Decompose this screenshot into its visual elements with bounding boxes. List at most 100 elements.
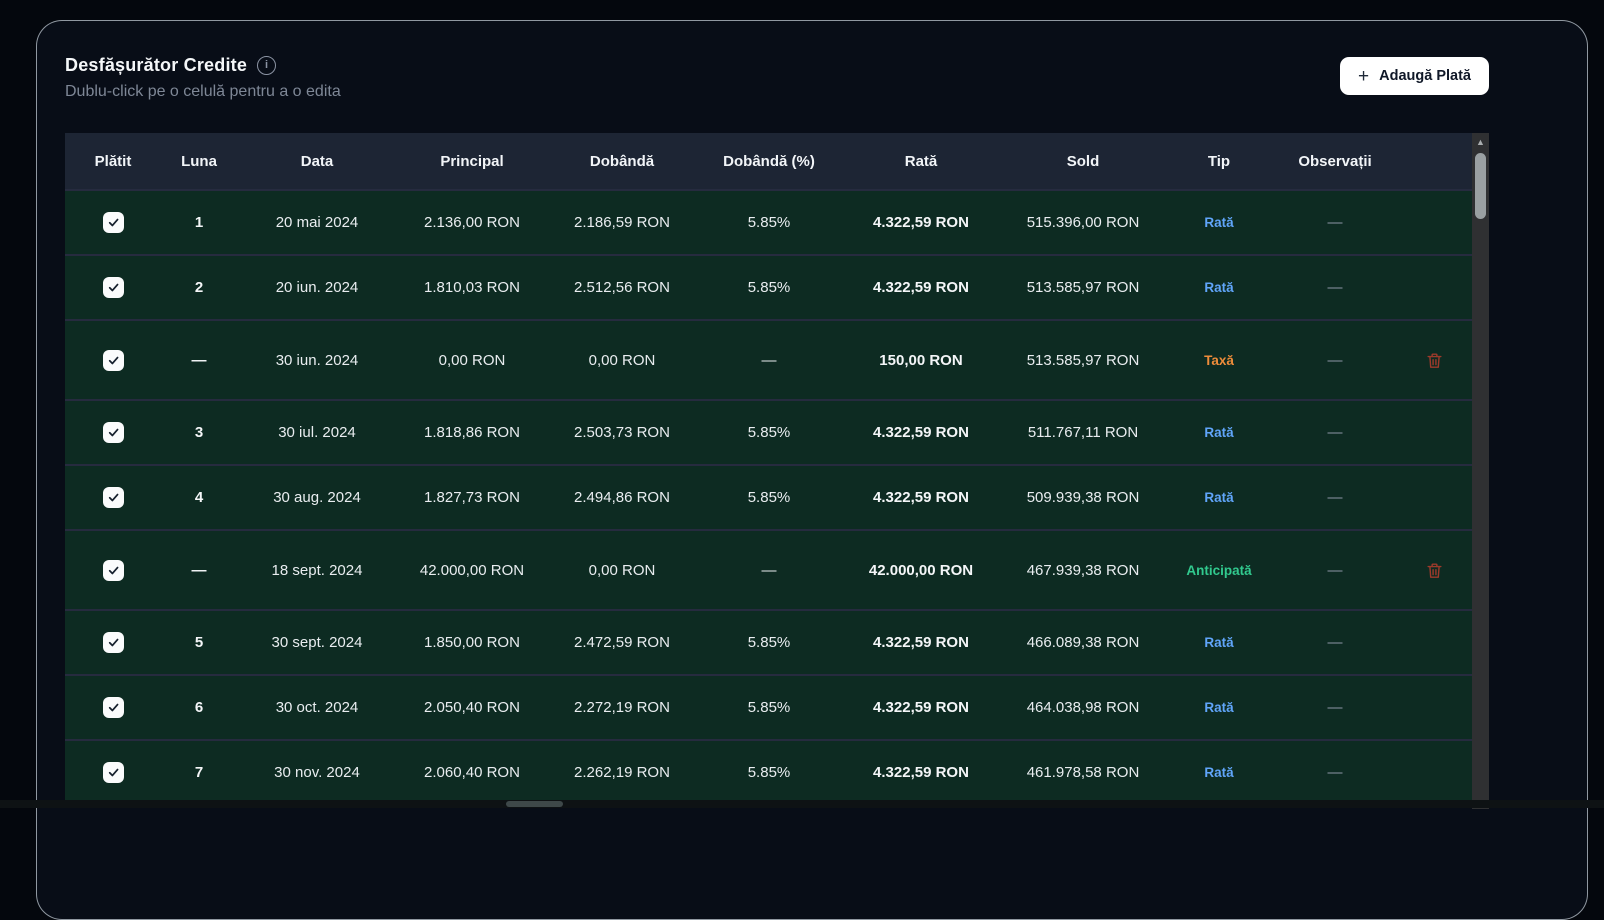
month-cell[interactable]: 2 — [161, 256, 237, 319]
type-cell[interactable]: Rată — [1165, 676, 1273, 739]
balance-cell[interactable]: 467.939,38 RON — [1001, 531, 1165, 609]
delete-row-button[interactable] — [1423, 559, 1446, 582]
vertical-scrollbar-thumb[interactable] — [1475, 153, 1486, 219]
observations-cell[interactable]: — — [1273, 466, 1397, 529]
observations-cell[interactable]: — — [1273, 676, 1397, 739]
info-icon[interactable]: i — [257, 56, 276, 75]
type-cell[interactable]: Taxă — [1165, 321, 1273, 399]
column-header-3: Principal — [397, 133, 547, 189]
month-cell[interactable]: 7 — [161, 741, 237, 804]
scroll-up-icon[interactable]: ▲ — [1472, 133, 1489, 151]
interest-pct-cell[interactable]: 5.85% — [697, 676, 841, 739]
interest-pct-cell[interactable]: 5.85% — [697, 466, 841, 529]
principal-cell[interactable]: 42.000,00 RON — [397, 531, 547, 609]
interest-pct-cell[interactable]: — — [697, 321, 841, 399]
interest-cell[interactable]: 2.472,59 RON — [547, 611, 697, 674]
date-cell[interactable]: 30 iun. 2024 — [237, 321, 397, 399]
observations-cell[interactable]: — — [1273, 321, 1397, 399]
vertical-scrollbar[interactable]: ▲ — [1472, 133, 1489, 809]
principal-cell[interactable]: 2.050,40 RON — [397, 676, 547, 739]
horizontal-scrollbar[interactable] — [0, 800, 1604, 808]
interest-cell[interactable]: 2.272,19 RON — [547, 676, 697, 739]
payment-cell[interactable]: 4.322,59 RON — [841, 191, 1001, 254]
date-cell[interactable]: 30 aug. 2024 — [237, 466, 397, 529]
month-cell[interactable]: 3 — [161, 401, 237, 464]
payment-cell[interactable]: 4.322,59 RON — [841, 256, 1001, 319]
type-cell[interactable]: Anticipată — [1165, 531, 1273, 609]
month-cell[interactable]: — — [161, 321, 237, 399]
observations-cell[interactable]: — — [1273, 531, 1397, 609]
paid-checkbox[interactable] — [103, 277, 124, 298]
principal-cell[interactable]: 1.818,86 RON — [397, 401, 547, 464]
interest-cell[interactable]: 2.512,56 RON — [547, 256, 697, 319]
paid-checkbox[interactable] — [103, 632, 124, 653]
payment-cell[interactable]: 4.322,59 RON — [841, 611, 1001, 674]
balance-cell[interactable]: 515.396,00 RON — [1001, 191, 1165, 254]
principal-cell[interactable]: 2.136,00 RON — [397, 191, 547, 254]
payment-cell[interactable]: 4.322,59 RON — [841, 676, 1001, 739]
balance-cell[interactable]: 513.585,97 RON — [1001, 256, 1165, 319]
type-cell[interactable]: Rată — [1165, 466, 1273, 529]
type-cell[interactable]: Rată — [1165, 191, 1273, 254]
balance-cell[interactable]: 513.585,97 RON — [1001, 321, 1165, 399]
paid-checkbox[interactable] — [103, 212, 124, 233]
interest-pct-cell[interactable]: 5.85% — [697, 256, 841, 319]
balance-cell[interactable]: 464.038,98 RON — [1001, 676, 1165, 739]
date-cell[interactable]: 30 oct. 2024 — [237, 676, 397, 739]
interest-cell[interactable]: 0,00 RON — [547, 531, 697, 609]
type-cell[interactable]: Rată — [1165, 741, 1273, 804]
type-cell[interactable]: Rată — [1165, 401, 1273, 464]
principal-cell[interactable]: 1.827,73 RON — [397, 466, 547, 529]
paid-checkbox[interactable] — [103, 487, 124, 508]
type-cell[interactable]: Rată — [1165, 611, 1273, 674]
date-cell[interactable]: 20 mai 2024 — [237, 191, 397, 254]
balance-cell[interactable]: 509.939,38 RON — [1001, 466, 1165, 529]
date-cell[interactable]: 30 iul. 2024 — [237, 401, 397, 464]
observations-cell[interactable]: — — [1273, 741, 1397, 804]
principal-cell[interactable]: 2.060,40 RON — [397, 741, 547, 804]
interest-pct-cell[interactable]: 5.85% — [697, 191, 841, 254]
date-cell[interactable]: 18 sept. 2024 — [237, 531, 397, 609]
interest-cell[interactable]: 2.494,86 RON — [547, 466, 697, 529]
payment-cell[interactable]: 150,00 RON — [841, 321, 1001, 399]
add-payment-button[interactable]: + Adaugă Plată — [1340, 57, 1489, 95]
balance-cell[interactable]: 461.978,58 RON — [1001, 741, 1165, 804]
month-cell[interactable]: — — [161, 531, 237, 609]
horizontal-scrollbar-thumb[interactable] — [506, 801, 563, 807]
paid-checkbox[interactable] — [103, 350, 124, 371]
balance-cell[interactable]: 511.767,11 RON — [1001, 401, 1165, 464]
date-cell[interactable]: 20 iun. 2024 — [237, 256, 397, 319]
interest-pct-cell[interactable]: 5.85% — [697, 401, 841, 464]
month-cell[interactable]: 1 — [161, 191, 237, 254]
paid-checkbox[interactable] — [103, 697, 124, 718]
date-cell[interactable]: 30 sept. 2024 — [237, 611, 397, 674]
interest-cell[interactable]: 2.503,73 RON — [547, 401, 697, 464]
interest-cell[interactable]: 2.186,59 RON — [547, 191, 697, 254]
observations-cell[interactable]: — — [1273, 256, 1397, 319]
month-cell[interactable]: 4 — [161, 466, 237, 529]
interest-pct-cell[interactable]: 5.85% — [697, 741, 841, 804]
payment-cell[interactable]: 42.000,00 RON — [841, 531, 1001, 609]
principal-cell[interactable]: 0,00 RON — [397, 321, 547, 399]
interest-cell[interactable]: 2.262,19 RON — [547, 741, 697, 804]
interest-pct-cell[interactable]: — — [697, 531, 841, 609]
principal-cell[interactable]: 1.850,00 RON — [397, 611, 547, 674]
payment-cell[interactable]: 4.322,59 RON — [841, 741, 1001, 804]
observations-cell[interactable]: — — [1273, 401, 1397, 464]
interest-pct-cell[interactable]: 5.85% — [697, 611, 841, 674]
principal-cell[interactable]: 1.810,03 RON — [397, 256, 547, 319]
date-cell[interactable]: 30 nov. 2024 — [237, 741, 397, 804]
observations-cell[interactable]: — — [1273, 611, 1397, 674]
interest-cell[interactable]: 0,00 RON — [547, 321, 697, 399]
type-cell[interactable]: Rată — [1165, 256, 1273, 319]
month-cell[interactable]: 6 — [161, 676, 237, 739]
balance-cell[interactable]: 466.089,38 RON — [1001, 611, 1165, 674]
delete-row-button[interactable] — [1423, 349, 1446, 372]
payment-cell[interactable]: 4.322,59 RON — [841, 401, 1001, 464]
paid-checkbox[interactable] — [103, 422, 124, 443]
paid-checkbox[interactable] — [103, 762, 124, 783]
paid-checkbox[interactable] — [103, 560, 124, 581]
observations-cell[interactable]: — — [1273, 191, 1397, 254]
payment-cell[interactable]: 4.322,59 RON — [841, 466, 1001, 529]
month-cell[interactable]: 5 — [161, 611, 237, 674]
